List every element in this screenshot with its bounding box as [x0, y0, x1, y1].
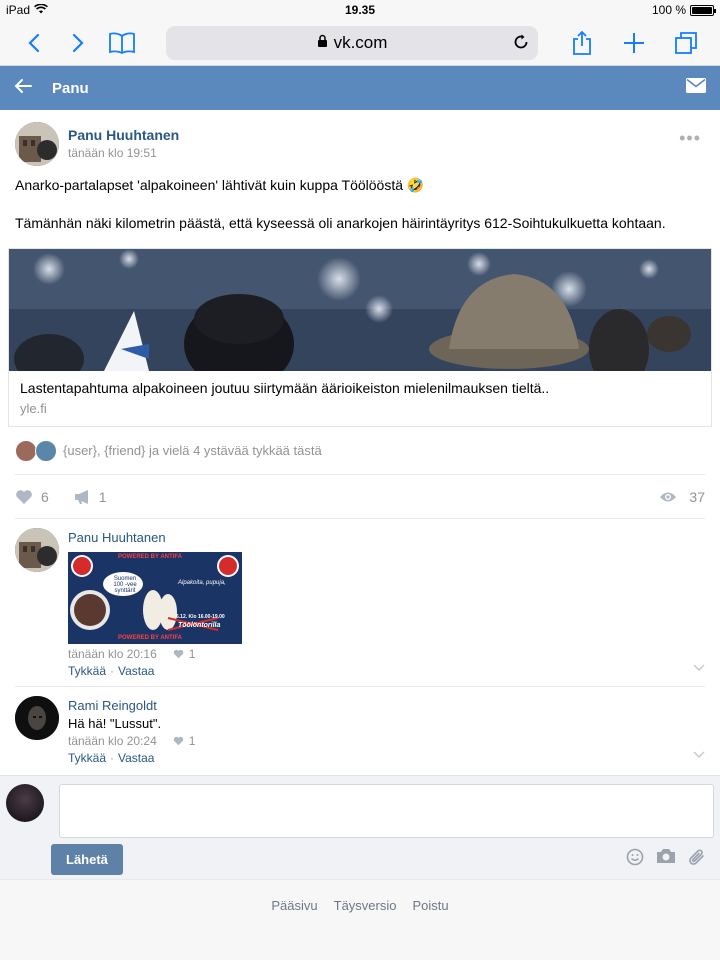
post-date[interactable]: tänään klo 19:51 — [68, 146, 179, 160]
comment-composer: Lähetä — [0, 775, 720, 879]
attach-icon[interactable] — [688, 848, 706, 871]
post-text-line: Anarko-partalapset 'alpakoineen' lähtivä… — [15, 177, 425, 193]
likes-text: {user}, {friend} ja vielä 4 ystävää tykk… — [63, 443, 322, 458]
link-attachment[interactable]: Lastentapahtuma alpakoineen joutuu siirt… — [8, 248, 712, 427]
comment-date[interactable]: tänään klo 20:16 — [68, 647, 157, 661]
comment-date[interactable]: tänään klo 20:24 — [68, 734, 157, 748]
share-icon[interactable] — [560, 25, 604, 61]
back-icon[interactable] — [12, 25, 56, 61]
footer-link-full-version[interactable]: Täysversio — [334, 898, 397, 960]
like-count: 6 — [41, 488, 49, 505]
avatar — [35, 439, 57, 462]
more-icon[interactable]: ••• — [679, 128, 701, 149]
address-bar[interactable]: vk.com — [166, 25, 538, 60]
megaphone-icon — [74, 489, 88, 504]
app-header: Panu — [0, 66, 720, 110]
wall-post: Panu Huuhtanen tänään klo 19:51 ••• Anar… — [0, 110, 720, 773]
battery-icon — [690, 4, 716, 16]
link-image — [9, 249, 711, 371]
avatar[interactable] — [15, 696, 59, 740]
comment: Panu Huuhtanen POWERED BY ANTIFA Suomen … — [15, 519, 705, 687]
image-caption: POWERED BY ANTIFA — [118, 554, 183, 560]
comment-like-button[interactable]: Tykkää — [68, 751, 106, 765]
image-caption: Alpakoita, pupuja, — [178, 580, 226, 586]
forward-icon[interactable] — [56, 25, 100, 61]
url-text: vk.com — [333, 32, 388, 52]
chevron-down-icon[interactable] — [693, 745, 705, 763]
page-footer: Pääsivu Täysversio Poistu — [0, 879, 720, 960]
heart-icon — [173, 649, 184, 659]
views-counter: 37 — [659, 489, 705, 505]
post-actions: 6 1 37 — [15, 475, 705, 519]
comment-author[interactable]: Panu Huuhtanen — [68, 530, 705, 545]
view-count: 37 — [689, 488, 705, 505]
tabs-icon[interactable] — [664, 25, 708, 61]
back-arrow-icon[interactable] — [14, 78, 40, 99]
post-text-line: Tämänhän näki kilometrin päästä, että ky… — [15, 215, 666, 231]
image-caption: Suomen 100 -vee synttärit — [113, 576, 137, 594]
comment-like-count: 1 — [188, 647, 196, 661]
avatar[interactable] — [15, 122, 59, 166]
send-button[interactable]: Lähetä — [51, 844, 123, 875]
footer-link-logout[interactable]: Poistu — [412, 898, 448, 960]
new-tab-icon[interactable] — [612, 25, 656, 61]
footer-link-home[interactable]: Pääsivu — [271, 898, 317, 960]
image-caption: Töölöntorilla — [178, 622, 221, 629]
comment-author[interactable]: Rami Reingoldt — [68, 698, 705, 713]
image-caption: POWERED BY ANTIFA — [118, 635, 183, 641]
image-caption: 6.12. Klo 16.00-19.00 — [176, 614, 225, 620]
status-bar: iPad 19.35 100 % — [0, 0, 720, 20]
link-source: yle.fi — [20, 401, 47, 416]
comment-image[interactable]: POWERED BY ANTIFA Suomen 100 -vee synttä… — [68, 552, 242, 644]
comment: Rami Reingoldt Hä hä! "Lussut". tänään k… — [15, 687, 705, 773]
comment-like-button[interactable]: Tykkää — [68, 664, 106, 678]
post-text: Anarko-partalapset 'alpakoineen' lähtivä… — [15, 176, 705, 233]
heart-icon — [173, 736, 184, 746]
likes-summary[interactable]: {user}, {friend} ja vielä 4 ystävää tykk… — [15, 427, 705, 475]
emoji-icon[interactable] — [626, 848, 644, 871]
comment-reply-button[interactable]: Vastaa — [118, 664, 154, 678]
browser-toolbar: vk.com — [0, 20, 720, 66]
avatar[interactable] — [15, 528, 59, 572]
post-author[interactable]: Panu Huuhtanen — [68, 127, 179, 143]
lock-icon — [317, 33, 328, 53]
avatar — [15, 439, 37, 462]
link-title[interactable]: Lastentapahtuma alpakoineen joutuu siirt… — [20, 380, 700, 396]
clock: 19.35 — [344, 3, 376, 17]
heart-icon — [16, 489, 32, 504]
camera-icon[interactable] — [656, 848, 676, 871]
chevron-down-icon[interactable] — [693, 658, 705, 676]
post-header: Panu Huuhtanen tänään klo 19:51 ••• — [15, 122, 705, 166]
eye-icon — [660, 492, 677, 501]
battery-fill — [692, 6, 712, 14]
reload-icon[interactable] — [512, 33, 530, 56]
share-button[interactable]: 1 — [73, 489, 107, 505]
share-count: 1 — [98, 488, 107, 505]
mail-icon[interactable] — [686, 78, 706, 98]
avatar — [6, 784, 44, 822]
comment-text: Hä hä! "Lussut". — [68, 716, 162, 731]
comment-input[interactable] — [59, 784, 714, 838]
bookmarks-icon[interactable] — [100, 25, 144, 61]
comment-like-count: 1 — [188, 734, 196, 748]
comment-reply-button[interactable]: Vastaa — [118, 751, 154, 765]
like-button[interactable]: 6 — [15, 489, 49, 505]
comments-list: Panu Huuhtanen POWERED BY ANTIFA Suomen … — [15, 519, 705, 773]
header-title: Panu — [52, 79, 89, 97]
